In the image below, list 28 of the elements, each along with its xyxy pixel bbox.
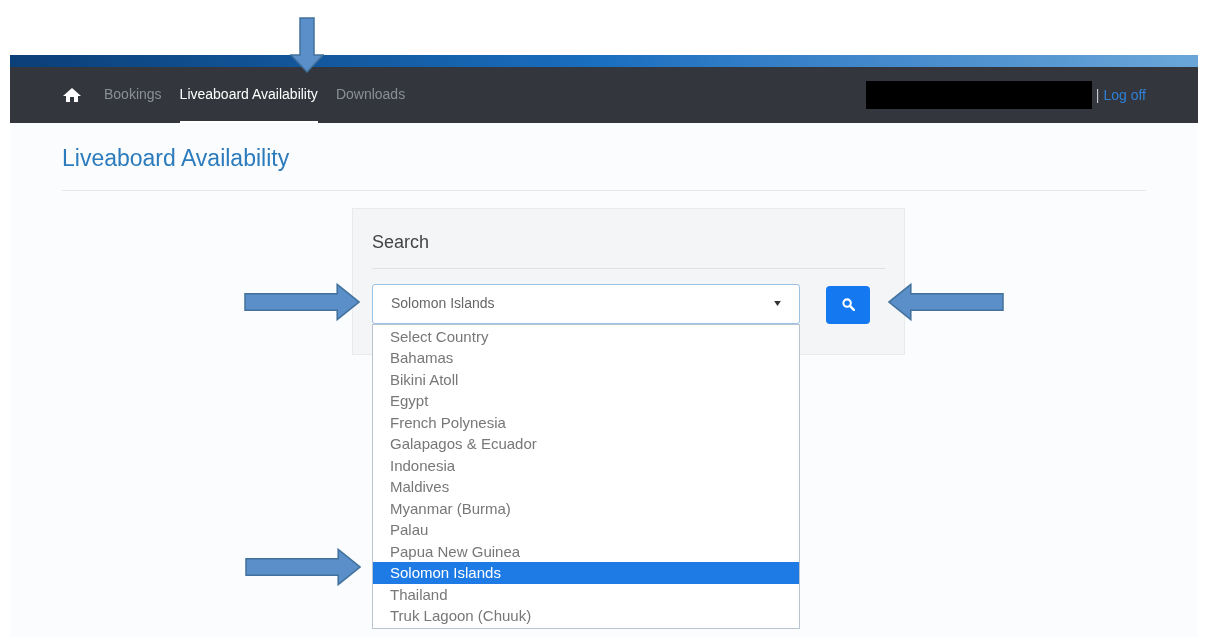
dropdown-option[interactable]: Myanmar (Burma) <box>373 497 799 519</box>
dropdown-option[interactable]: French Polynesia <box>373 411 799 433</box>
dropdown-option[interactable]: Egypt <box>373 390 799 412</box>
dropdown-option[interactable]: Bikini Atoll <box>373 368 799 390</box>
dropdown-option[interactable]: Select Country <box>373 325 799 347</box>
dropdown-option[interactable]: Galapagos & Ecuador <box>373 433 799 455</box>
annotation-arrow-icon <box>888 283 1004 321</box>
nav-tab[interactable]: Downloads <box>335 67 406 123</box>
dropdown-option[interactable]: Truk Lagoon (Chuuk) <box>373 605 799 627</box>
dropdown-option[interactable]: Maldives <box>373 476 799 498</box>
caret-icon <box>774 301 781 306</box>
log-off-link[interactable]: Log off <box>1103 84 1146 106</box>
home-icon[interactable] <box>62 87 82 103</box>
dropdown-option[interactable]: Papua New Guinea <box>373 540 799 562</box>
dropdown-option[interactable]: Bahamas <box>373 347 799 369</box>
search-button[interactable] <box>826 285 870 324</box>
annotation-arrow-icon <box>245 548 361 586</box>
country-select[interactable]: Solomon Islands <box>372 283 800 324</box>
panel-title: Search <box>372 230 431 254</box>
nav-tab[interactable]: Bookings <box>104 67 162 123</box>
dropdown-option[interactable]: Thailand <box>373 583 799 605</box>
separator: | <box>1095 85 1100 105</box>
dropdown-option[interactable]: Palau <box>373 519 799 541</box>
dropdown-option[interactable]: Indonesia <box>373 454 799 476</box>
annotation-arrow-icon <box>244 283 360 321</box>
dropdown-option[interactable]: Solomon Islands <box>373 562 799 584</box>
page-title: Liveaboard Availability <box>62 144 291 173</box>
search-icon <box>841 298 855 311</box>
